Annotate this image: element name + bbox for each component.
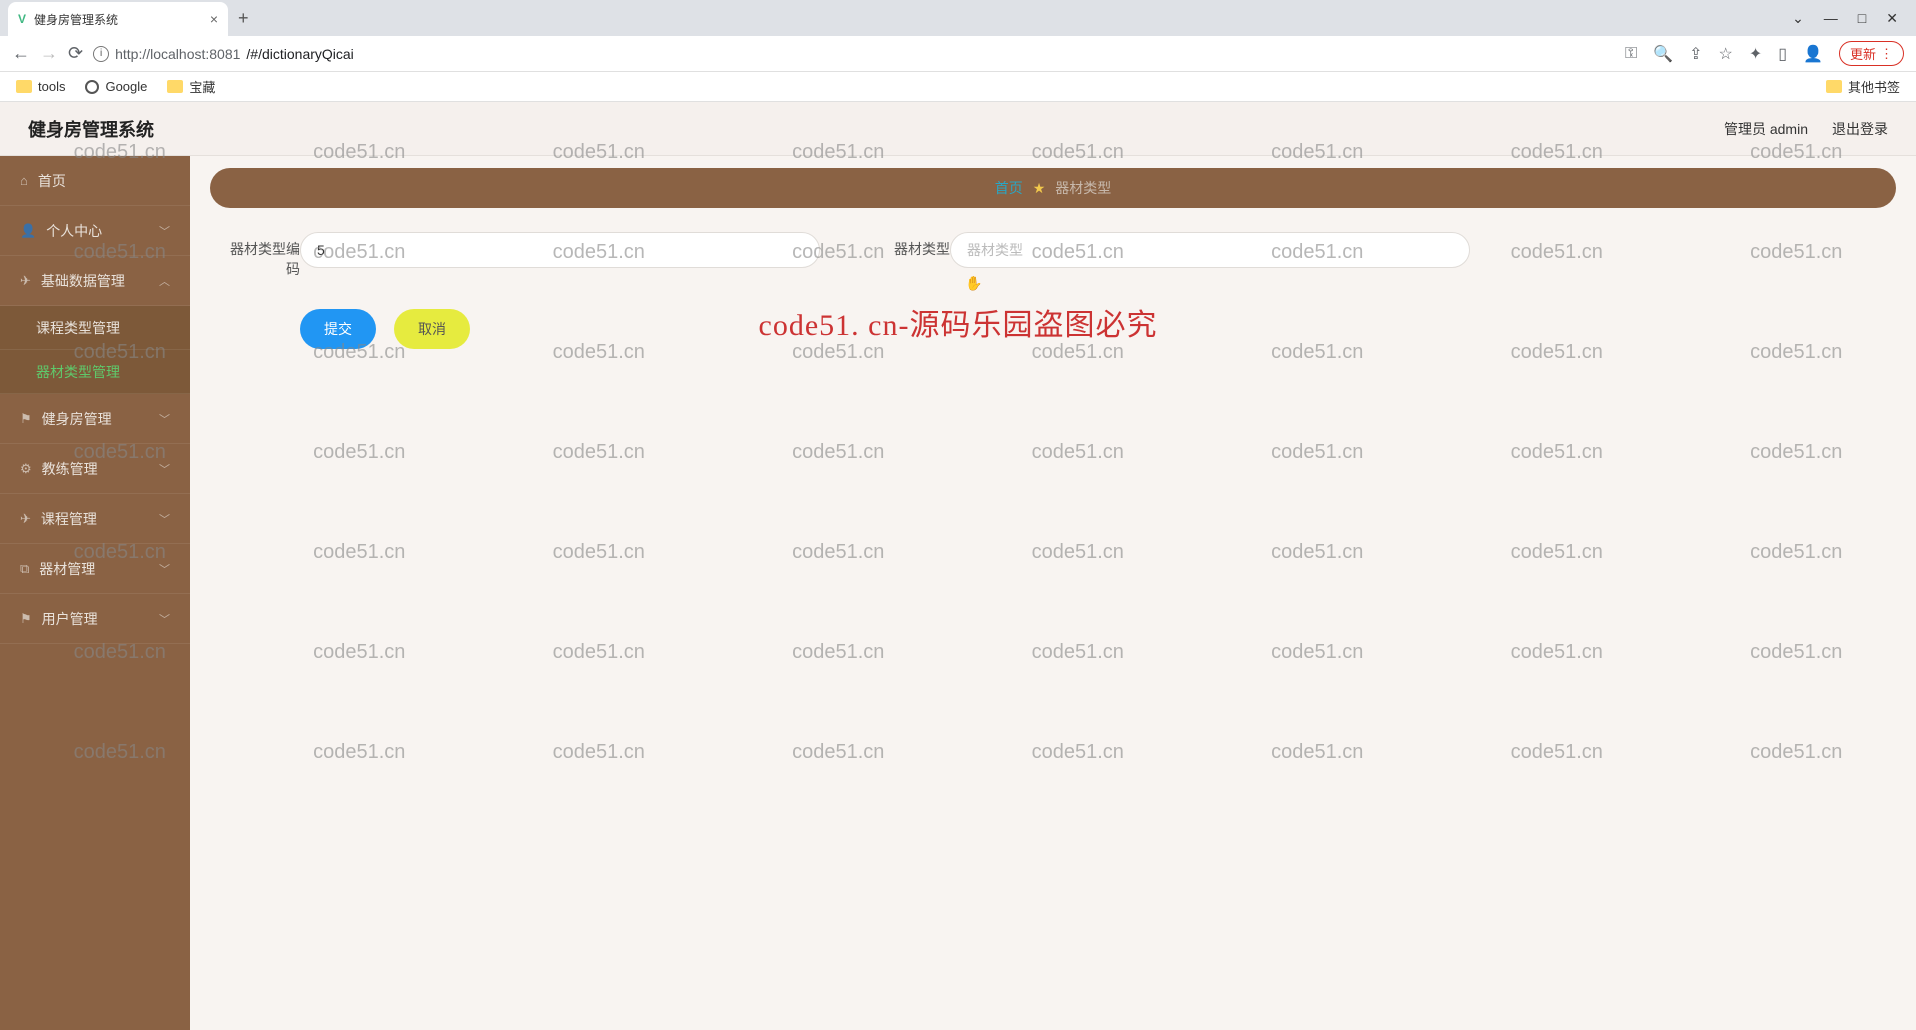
sidebar-item-equip-type[interactable]: 器材类型管理 [0,350,190,394]
tab-bar: V 健身房管理系统 × + ⌄ — □ ✕ [0,0,1916,36]
url-field[interactable]: i http://localhost:8081 /#/dictionaryQica… [93,46,1615,62]
sidebar-item-basic-data[interactable]: ✈基础数据管理︿ [0,256,190,306]
breadcrumb: 首页 ★ 器材类型 [210,168,1896,208]
new-tab-button[interactable]: + [238,8,249,29]
chevron-down-icon: ﹀ [159,561,170,577]
field-type: 器材类型 [880,232,1470,279]
sidebar-item-course-type[interactable]: 课程类型管理 [0,306,190,350]
star-icon: ★ [1033,180,1046,197]
app-title: 健身房管理系统 [28,116,154,142]
back-button[interactable]: ← [12,43,30,64]
url-host: http://localhost:8081 [115,46,240,62]
type-label: 器材类型 [880,232,950,260]
update-button[interactable]: 更新 ⋮ [1839,41,1904,66]
close-window-icon[interactable]: ✕ [1886,10,1898,27]
tab-close-icon[interactable]: × [210,11,218,27]
address-bar: ← → ⟳ i http://localhost:8081 /#/dictiona… [0,36,1916,72]
update-label: 更新 [1850,44,1876,63]
google-icon [85,80,99,94]
flag-icon: ⚑ [20,611,32,627]
chevron-down-icon: ﹀ [159,511,170,527]
extensions-icon[interactable]: ✦ [1749,44,1762,64]
password-key-icon[interactable]: ⚿ [1625,45,1637,63]
chevron-up-icon: ︿ [159,273,170,289]
copy-icon: ⧉ [20,561,29,577]
main-content: 首页 ★ 器材类型 器材类型编码 器材类型 提交 取消 [190,156,1916,1030]
user-icon: 👤 [20,223,36,239]
button-row: 提交 取消 [210,309,1896,349]
admin-label[interactable]: 管理员 admin [1724,119,1808,139]
cancel-button[interactable]: 取消 [394,309,470,349]
sidebar-item-gym[interactable]: ⚑健身房管理﹀ [0,394,190,444]
vue-favicon-icon: V [18,12,26,26]
bookmark-google[interactable]: Google [85,79,147,94]
header-right: 管理员 admin 退出登录 [1724,119,1888,139]
chevron-down-icon: ﹀ [159,611,170,627]
forward-button: → [40,43,58,64]
form-row: 器材类型编码 器材类型 [210,232,1896,279]
reload-button[interactable]: ⟳ [68,43,83,64]
toolbar-right: ⚿ 🔍 ⇪ ☆ ✦ ▯ 👤 更新 ⋮ [1625,41,1904,66]
breadcrumb-home[interactable]: 首页 [995,178,1023,198]
sidebar: ⌂首页 👤个人中心﹀ ✈基础数据管理︿ 课程类型管理 器材类型管理 ⚑健身房管理… [0,156,190,1030]
type-input[interactable] [950,232,1470,268]
app-body: ⌂首页 👤个人中心﹀ ✈基础数据管理︿ 课程类型管理 器材类型管理 ⚑健身房管理… [0,156,1916,1030]
minimize-icon[interactable]: — [1824,10,1838,27]
breadcrumb-current: 器材类型 [1055,178,1111,198]
send-icon: ✈ [20,273,31,289]
browser-tab[interactable]: V 健身房管理系统 × [8,2,228,36]
sidebar-item-course[interactable]: ✈课程管理﹀ [0,494,190,544]
menu-dots-icon: ⋮ [1880,46,1893,62]
bookmark-treasure[interactable]: 宝藏 [167,77,215,96]
folder-icon [167,80,183,93]
bookmark-other[interactable]: 其他书签 [1826,77,1900,96]
window-controls: ⌄ — □ ✕ [1792,10,1916,27]
folder-icon [16,80,32,93]
submit-button[interactable]: 提交 [300,309,376,349]
field-code: 器材类型编码 [230,232,820,279]
chevron-down-icon: ﹀ [159,461,170,477]
tab-title: 健身房管理系统 [34,11,118,28]
bookmark-tools[interactable]: tools [16,79,65,94]
sidebar-item-personal[interactable]: 👤个人中心﹀ [0,206,190,256]
maximize-icon[interactable]: □ [1858,10,1866,27]
sidebar-item-user[interactable]: ⚑用户管理﹀ [0,594,190,644]
code-label: 器材类型编码 [230,232,300,279]
browser-chrome: V 健身房管理系统 × + ⌄ — □ ✕ ← → ⟳ i http://loc… [0,0,1916,102]
zoom-icon[interactable]: 🔍 [1653,44,1673,64]
folder-icon [1826,80,1842,93]
bookmark-star-icon[interactable]: ☆ [1719,44,1733,64]
chevron-down-icon: ﹀ [159,411,170,427]
tabs-dropdown-icon[interactable]: ⌄ [1792,10,1804,27]
app-header: 健身房管理系统 管理员 admin 退出登录 [0,102,1916,156]
sidebar-item-coach[interactable]: ⚙教练管理﹀ [0,444,190,494]
site-info-icon[interactable]: i [93,46,109,62]
sidebar-item-home[interactable]: ⌂首页 [0,156,190,206]
logout-link[interactable]: 退出登录 [1832,119,1888,139]
code-input[interactable] [300,232,820,268]
share-icon[interactable]: ⇪ [1689,44,1702,64]
profile-avatar-icon[interactable]: 👤 [1803,44,1823,64]
gear-icon: ⚙ [20,461,32,477]
chevron-down-icon: ﹀ [159,223,170,239]
home-icon: ⌂ [20,173,28,188]
sidebar-item-equipment[interactable]: ⧉器材管理﹀ [0,544,190,594]
send-icon: ✈ [20,511,31,527]
bookmark-bar: tools Google 宝藏 其他书签 [0,72,1916,102]
panel-icon[interactable]: ▯ [1778,44,1787,64]
url-path: /#/dictionaryQicai [246,46,353,62]
flag-icon: ⚑ [20,411,32,427]
